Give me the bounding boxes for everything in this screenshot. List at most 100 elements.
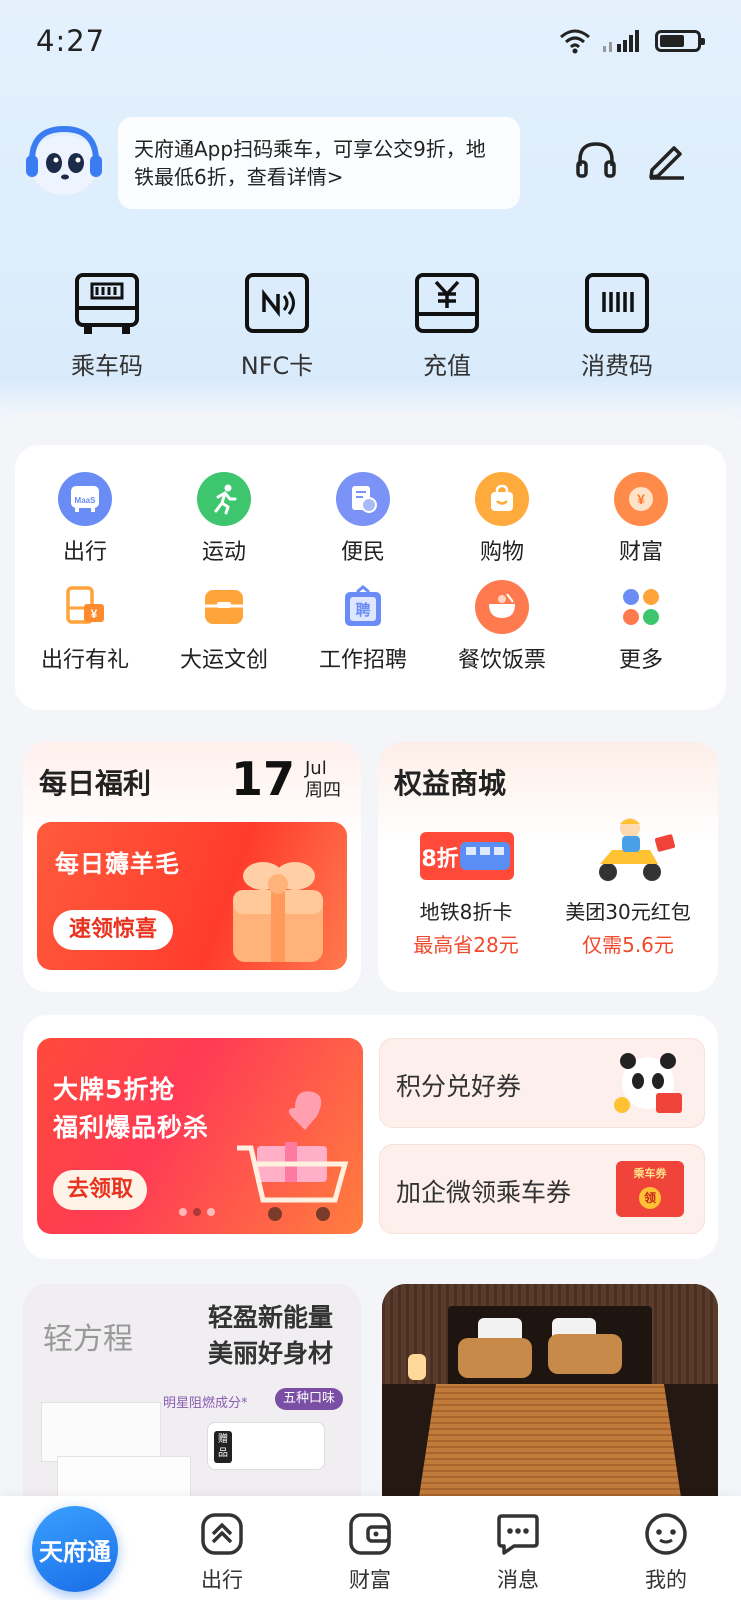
service-recruit[interactable]: 聘 工作招聘 bbox=[303, 580, 423, 674]
envelope-claim-text: 领 bbox=[639, 1187, 661, 1209]
daily-banner[interactable]: 每日薅羊毛 速领惊喜 bbox=[37, 822, 347, 970]
gift-panel: 赠品 bbox=[207, 1422, 325, 1470]
wecom-ride-coupon-card[interactable]: 加企微领乘车券 乘车券 领 bbox=[379, 1144, 705, 1234]
points-coupon-card[interactable]: 积分兑好券 bbox=[379, 1038, 705, 1128]
grab-surprise-button[interactable]: 速领惊喜 bbox=[53, 910, 174, 950]
service-label: 大运文创 bbox=[179, 648, 268, 673]
quick-recharge[interactable]: 充值 bbox=[382, 272, 512, 381]
claim-button[interactable]: 去领取 bbox=[53, 1170, 148, 1210]
svg-text:MaaS: MaaS bbox=[75, 496, 97, 505]
headset-icon[interactable] bbox=[574, 138, 618, 182]
recruit-icon: 聘 bbox=[336, 580, 390, 634]
signal-icon bbox=[603, 30, 639, 52]
date-weekday: 周四 bbox=[305, 780, 341, 801]
svg-text:聘: 聘 bbox=[355, 601, 370, 619]
svg-text:¥: ¥ bbox=[637, 491, 645, 507]
tab-home[interactable]: 天府通 bbox=[32, 1506, 118, 1592]
envelope-top-text: 乘车券 bbox=[633, 1167, 667, 1180]
gift-label: 赠品 bbox=[214, 1431, 232, 1463]
flash-sale-banner[interactable]: 大牌5折抢 福利爆品秒杀 去领取 bbox=[37, 1038, 363, 1234]
brand-logo: 轻方程 bbox=[43, 1322, 133, 1357]
bed-photo-image bbox=[382, 1284, 718, 1504]
quick-ride-code[interactable]: 乘车码 bbox=[42, 272, 172, 381]
quick-action-label: NFC卡 bbox=[240, 352, 314, 380]
status-icons bbox=[559, 28, 705, 54]
points-coupon-label: 积分兑好券 bbox=[396, 1072, 522, 1101]
tab-label: 消息 bbox=[497, 1568, 539, 1592]
service-label: 更多 bbox=[618, 648, 663, 673]
food-bowl-icon bbox=[475, 580, 529, 634]
service-food[interactable]: 餐饮饭票 bbox=[442, 580, 562, 674]
service-label: 财富 bbox=[618, 540, 663, 565]
rights-mall-card[interactable]: 权益商城 8折 地铁8折卡 最高省28元 美团30元红包 仅需5.6元 bbox=[378, 742, 718, 992]
carousel-dots[interactable] bbox=[179, 1208, 215, 1216]
profile-tab-icon bbox=[645, 1513, 687, 1555]
carousel-dot[interactable] bbox=[179, 1208, 187, 1216]
slim-product-ad[interactable]: 轻方程 轻盈新能量 美丽好身材 明星阻燃成分* 五种口味 赠品 bbox=[23, 1284, 361, 1504]
service-travel[interactable]: MaaS 出行 bbox=[25, 472, 145, 566]
ride-code-icon bbox=[75, 273, 139, 334]
quick-action-label: 消费码 bbox=[581, 352, 653, 380]
tab-wealth[interactable]: 财富 bbox=[330, 1512, 410, 1594]
service-label: 便民 bbox=[340, 540, 385, 565]
assistant-avatar-icon[interactable] bbox=[22, 125, 106, 199]
service-culture[interactable]: 大运文创 bbox=[164, 580, 284, 674]
promo-section: 大牌5折抢 福利爆品秒杀 去领取 积分兑好券 加企微领乘车券 乘车券 领 bbox=[23, 1015, 718, 1259]
ride-coupon-envelope-icon: 乘车券 领 bbox=[616, 1161, 684, 1217]
wecom-coupon-label: 加企微领乘车券 bbox=[396, 1178, 572, 1207]
promo-notice[interactable]: 天府通App扫码乘车，可享公交9折，地铁最低6折，查看详情> bbox=[118, 117, 520, 209]
ad-headline-2: 美丽好身材 bbox=[207, 1339, 333, 1368]
pay-code-icon bbox=[585, 273, 649, 333]
service-wealth[interactable]: ¥ 财富 bbox=[581, 472, 701, 566]
rights-mall-title: 权益商城 bbox=[394, 767, 507, 800]
service-shopping[interactable]: 购物 bbox=[442, 472, 562, 566]
service-label: 出行有礼 bbox=[40, 648, 129, 673]
ad-flavor-badge: 五种口味 bbox=[275, 1388, 344, 1410]
tab-label: 财富 bbox=[349, 1568, 391, 1592]
svg-text:¥: ¥ bbox=[91, 607, 98, 621]
service-label: 餐饮饭票 bbox=[457, 648, 546, 673]
quick-pay-code[interactable]: 消费码 bbox=[552, 272, 682, 381]
service-convenience[interactable]: 便民 bbox=[303, 472, 423, 566]
bed-mat-ad[interactable] bbox=[382, 1284, 718, 1504]
date-day: 17 bbox=[230, 752, 295, 806]
battery-icon bbox=[655, 30, 705, 52]
daily-welfare-card[interactable]: 每日福利 17 Jul 周四 每日薅羊毛 速领惊喜 bbox=[23, 742, 361, 992]
status-bar: 4:27 bbox=[0, 0, 741, 90]
running-icon bbox=[197, 472, 251, 526]
metro-discount-item[interactable]: 8折 地铁8折卡 最高省28元 bbox=[386, 822, 546, 958]
panda-icon bbox=[614, 1053, 682, 1113]
wallet-tab-icon bbox=[349, 1513, 391, 1555]
service-label: 工作招聘 bbox=[318, 648, 407, 673]
recharge-icon bbox=[415, 273, 479, 333]
tab-label: 出行 bbox=[201, 1568, 243, 1592]
wealth-coin-icon: ¥ bbox=[614, 472, 668, 526]
item-name: 美团30元红包 bbox=[565, 900, 691, 924]
date-month-weekday: Jul 周四 bbox=[305, 758, 341, 802]
tab-travel[interactable]: 出行 bbox=[182, 1512, 262, 1594]
daily-banner-text: 每日薅羊毛 bbox=[55, 850, 180, 878]
item-sub: 最高省28元 bbox=[413, 933, 519, 957]
date-month: Jul bbox=[305, 758, 327, 779]
edit-icon[interactable] bbox=[644, 138, 688, 182]
tab-profile[interactable]: 我的 bbox=[626, 1512, 706, 1594]
tab-messages[interactable]: 消息 bbox=[478, 1512, 558, 1594]
service-label: 购物 bbox=[479, 540, 524, 565]
service-more[interactable]: 更多 bbox=[581, 580, 701, 674]
ad-headline-1: 轻盈新能量 bbox=[207, 1303, 333, 1332]
product-boxes-image bbox=[41, 1402, 191, 1504]
culture-icon bbox=[197, 580, 251, 634]
carousel-dot-active[interactable] bbox=[193, 1208, 201, 1216]
travel-tab-icon bbox=[201, 1513, 243, 1555]
meituan-coupon-item[interactable]: 美团30元红包 仅需5.6元 bbox=[548, 818, 708, 958]
quick-nfc-card[interactable]: NFC卡 bbox=[212, 272, 342, 381]
service-sport[interactable]: 运动 bbox=[164, 472, 284, 566]
status-time: 4:27 bbox=[36, 24, 106, 58]
metro-card-icon: 8折 bbox=[416, 822, 516, 886]
service-bus-gift[interactable]: ¥ 出行有礼 bbox=[25, 580, 145, 674]
bus-gift-icon: ¥ bbox=[58, 580, 112, 634]
maas-icon: MaaS bbox=[58, 472, 112, 526]
tab-label: 我的 bbox=[645, 1568, 687, 1592]
message-tab-icon bbox=[497, 1514, 539, 1555]
carousel-dot[interactable] bbox=[207, 1208, 215, 1216]
